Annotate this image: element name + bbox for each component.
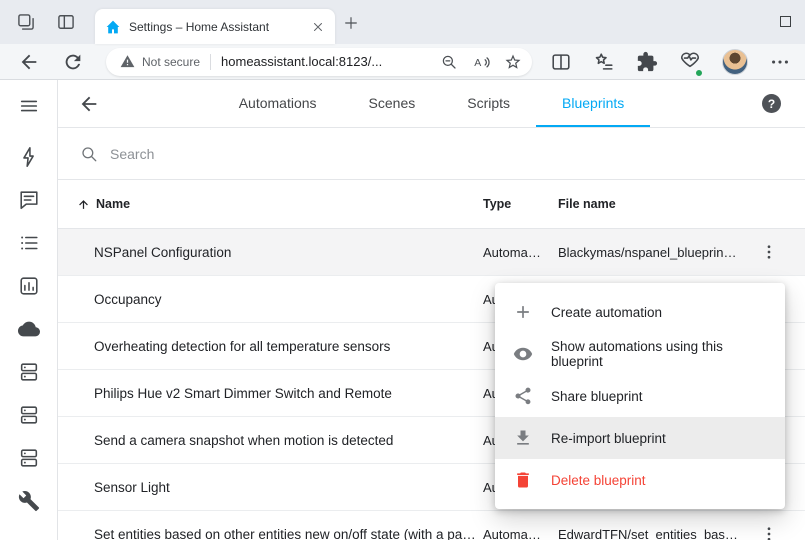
row-overflow-menu-icon[interactable] <box>760 525 778 540</box>
split-screen-icon[interactable] <box>550 51 572 73</box>
back-icon[interactable] <box>18 51 40 73</box>
trash-icon <box>513 470 533 490</box>
workspaces-icon[interactable] <box>16 12 36 32</box>
menu-item-create-automation[interactable]: Create automation <box>495 291 785 333</box>
table-row[interactable]: NSPanel Configuration Automation Blackym… <box>58 229 805 276</box>
favorites-icon[interactable] <box>593 51 615 73</box>
table-header: Name Type File name <box>58 180 805 229</box>
cloud-icon[interactable] <box>18 318 40 340</box>
browser-menu-icon[interactable] <box>769 51 791 73</box>
sort-ascending-icon <box>76 197 91 212</box>
column-header-type[interactable]: Type <box>483 197 558 211</box>
menu-item-reimport-blueprint[interactable]: Re-import blueprint <box>495 417 785 459</box>
extensions-icon[interactable] <box>636 51 658 73</box>
zoom-out-icon[interactable] <box>440 53 458 71</box>
address-bar[interactable]: Not secure homeassistant.local:8123/... … <box>106 48 532 76</box>
row-overflow-menu-icon[interactable] <box>760 243 778 261</box>
svg-text:A: A <box>474 56 481 68</box>
new-tab-icon[interactable] <box>343 15 359 31</box>
address-divider <box>210 54 211 70</box>
tab-close-icon[interactable] <box>311 20 325 34</box>
ha-header: Automations Scenes Scripts Blueprints ? <box>58 80 805 128</box>
tab-title: Settings – Home Assistant <box>129 20 303 34</box>
vertical-tabs-icon[interactable] <box>56 12 76 32</box>
history-chart-icon[interactable] <box>18 275 40 297</box>
tab-scenes[interactable]: Scenes <box>343 80 442 127</box>
tab-automations[interactable]: Automations <box>213 80 343 127</box>
plus-icon <box>513 302 533 322</box>
home-assistant-app: Automations Scenes Scripts Blueprints ? … <box>0 80 805 540</box>
energy-icon[interactable] <box>18 146 40 168</box>
assist-chat-icon[interactable] <box>18 189 40 211</box>
column-header-file[interactable]: File name <box>558 197 753 211</box>
help-icon[interactable]: ? <box>762 94 781 113</box>
not-secure-warning-icon <box>120 54 135 69</box>
search-input[interactable] <box>110 146 805 162</box>
browser-essentials-icon <box>679 48 701 70</box>
ha-sidebar <box>0 80 58 540</box>
table-row[interactable]: Set entities based on other entities new… <box>58 511 805 540</box>
profile-avatar[interactable] <box>722 49 748 75</box>
import-download-icon <box>513 428 533 448</box>
column-header-name[interactable]: Name <box>74 197 483 212</box>
eye-icon <box>513 344 533 364</box>
tab-blueprints[interactable]: Blueprints <box>536 80 650 127</box>
favorite-star-icon[interactable] <box>504 53 522 71</box>
menu-hamburger-icon[interactable] <box>18 94 40 118</box>
essentials-status-dot <box>695 69 703 77</box>
browser-tab[interactable]: Settings – Home Assistant <box>95 9 335 44</box>
search-bar <box>58 128 805 180</box>
browser-navbar: Not secure homeassistant.local:8123/... … <box>0 44 805 80</box>
share-icon <box>513 386 533 406</box>
tab-scripts[interactable]: Scripts <box>441 80 536 127</box>
maximize-icon[interactable] <box>780 16 791 27</box>
tools-wrench-icon[interactable] <box>18 490 40 512</box>
home-assistant-favicon <box>105 19 121 35</box>
browser-titlebar: Settings – Home Assistant <box>0 0 805 44</box>
browser-window: Settings – Home Assistant Not secure hom… <box>0 0 805 540</box>
url-text: homeassistant.local:8123/... <box>221 54 426 69</box>
refresh-icon[interactable] <box>62 51 84 73</box>
logbook-icon[interactable] <box>18 232 40 254</box>
hub-icon-3[interactable] <box>18 447 40 469</box>
blueprint-context-menu: Create automation Show automations using… <box>495 283 785 509</box>
search-icon <box>80 145 98 163</box>
hub-icon-2[interactable] <box>18 404 40 426</box>
security-label: Not secure <box>142 55 200 69</box>
ha-back-icon[interactable] <box>78 93 100 115</box>
hub-icon-1[interactable] <box>18 361 40 383</box>
menu-item-show-automations[interactable]: Show automations using this blueprint <box>495 333 785 375</box>
read-aloud-icon[interactable]: A <box>472 53 490 71</box>
menu-item-share-blueprint[interactable]: Share blueprint <box>495 375 785 417</box>
ha-tab-bar: Automations Scenes Scripts Blueprints <box>58 80 805 127</box>
browser-essentials[interactable] <box>679 48 701 75</box>
menu-item-delete-blueprint[interactable]: Delete blueprint <box>495 459 785 501</box>
